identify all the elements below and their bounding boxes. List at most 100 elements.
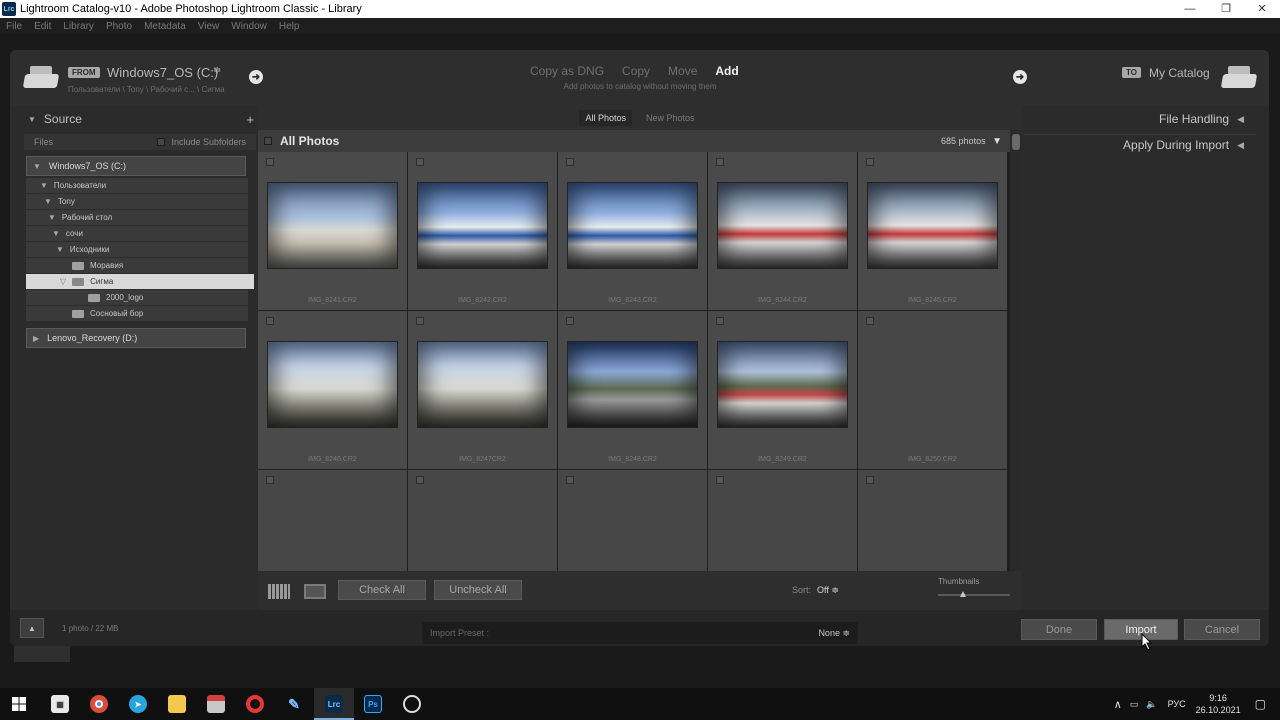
cell-checkbox[interactable] [866, 158, 874, 166]
folder-tony[interactable]: ▼ Tony [26, 194, 248, 210]
grid-cell[interactable] [858, 470, 1007, 571]
apply-during-import-header[interactable]: Apply During Import ◀ [1123, 138, 1244, 152]
scrollbar-thumb[interactable] [1012, 134, 1020, 150]
photo-thumbnail[interactable] [417, 182, 548, 269]
source-dropdown-icon[interactable]: ≑ [213, 65, 221, 76]
cell-checkbox[interactable] [266, 158, 274, 166]
done-button[interactable]: Done [1021, 619, 1097, 640]
notifications-icon[interactable]: ▢ [1255, 697, 1266, 711]
chrome-icon[interactable] [90, 695, 108, 713]
cell-checkbox[interactable] [866, 317, 874, 325]
cell-checkbox[interactable] [416, 158, 424, 166]
grid-cell[interactable] [558, 470, 707, 571]
opera-icon[interactable] [246, 695, 264, 713]
clock-app-icon[interactable] [403, 695, 421, 713]
cell-checkbox[interactable] [416, 317, 424, 325]
select-all-checkbox[interactable] [264, 137, 272, 145]
photoshop-icon[interactable]: Ps [364, 695, 382, 713]
cell-checkbox[interactable] [566, 317, 574, 325]
cell-checkbox[interactable] [866, 476, 874, 484]
minimize-button[interactable]: — [1172, 0, 1208, 18]
drive-windows7[interactable]: ▼ Windows7_OS (C:) [26, 156, 246, 176]
photo-thumbnail[interactable] [417, 341, 548, 428]
grid-cell[interactable]: IMG_8250.CR2 [858, 311, 1007, 469]
sort-value[interactable]: Off ≑ [817, 585, 839, 595]
folder-2000-logo[interactable]: 2000_logo [26, 290, 248, 306]
grid-cell[interactable]: IMG_8246.CR2 [258, 311, 407, 469]
preset-value[interactable]: None ≑ [818, 628, 850, 639]
windows-start-icon[interactable] [12, 697, 26, 711]
import-preset[interactable]: Import Preset : None ≑ [422, 622, 858, 644]
add-source-icon[interactable]: + [246, 112, 254, 127]
grid-cell[interactable]: IMG_8249.CR2 [708, 311, 857, 469]
language-indicator[interactable]: РУС [1168, 699, 1186, 709]
grid-view-icon[interactable] [268, 584, 290, 599]
photo-thumbnail[interactable] [567, 182, 698, 269]
mode-move[interactable]: Move [668, 64, 697, 78]
photo-thumbnail[interactable] [717, 182, 848, 269]
cell-checkbox[interactable] [416, 476, 424, 484]
destination-name[interactable]: My Catalog [1149, 66, 1210, 80]
mode-copy-as-dng[interactable]: Copy as DNG [530, 64, 604, 78]
menu-library[interactable]: Library [63, 21, 94, 32]
mode-add[interactable]: Add [715, 64, 738, 78]
sort-control[interactable]: Sort: Off ≑ [792, 585, 839, 596]
grid-cell[interactable] [258, 470, 407, 571]
loupe-view-icon[interactable] [304, 584, 326, 599]
mode-copy[interactable]: Copy [622, 64, 650, 78]
tab-new-photos[interactable]: New Photos [640, 110, 701, 126]
photo-count[interactable]: 685 photos ▼ [941, 136, 1002, 147]
include-subfolders-checkbox[interactable] [157, 138, 166, 146]
grid-cell[interactable] [708, 470, 857, 571]
slider-knob[interactable] [960, 591, 966, 597]
file-handling-header[interactable]: File Handling ◀ [1159, 112, 1244, 126]
speaker-icon[interactable]: 🔈 [1146, 699, 1157, 710]
source-panel-header[interactable]: ▼ Source + [24, 108, 256, 130]
menu-edit[interactable]: Edit [34, 21, 51, 32]
cell-checkbox[interactable] [566, 158, 574, 166]
cell-checkbox[interactable] [716, 317, 724, 325]
grid-cell[interactable]: IMG_8247CR2 [408, 311, 557, 469]
maximize-button[interactable]: ❐ [1208, 0, 1244, 18]
menu-photo[interactable]: Photo [106, 21, 132, 32]
lightroom-taskbar-icon[interactable]: Lrc [325, 695, 343, 713]
cell-checkbox[interactable] [716, 476, 724, 484]
folder-moraviya[interactable]: Моравия [26, 258, 248, 274]
cell-checkbox[interactable] [716, 158, 724, 166]
tray-chevron-up-icon[interactable]: ∧ [1114, 698, 1122, 711]
grid-cell[interactable]: IMG_8243.CR2 [558, 152, 707, 310]
close-button[interactable]: ✕ [1244, 0, 1280, 18]
menu-file[interactable]: File [6, 21, 22, 32]
uncheck-all-button[interactable]: Uncheck All [434, 580, 522, 600]
pen-app-icon[interactable]: ✎ [285, 695, 303, 713]
photo-thumbnail[interactable] [267, 341, 398, 428]
expand-up-icon[interactable]: ▲ [20, 618, 44, 638]
media-app-icon[interactable] [207, 695, 225, 713]
grid-cell[interactable]: IMG_8248.CR2 [558, 311, 707, 469]
file-explorer-icon[interactable] [168, 695, 186, 713]
folder-sosnoviy-bor[interactable]: Сосновый бор [26, 306, 248, 322]
sort-menu-triangle-icon[interactable]: ▼ [992, 136, 1002, 147]
photo-thumbnail[interactable] [717, 341, 848, 428]
menu-metadata[interactable]: Metadata [144, 21, 186, 32]
clock[interactable]: 9:16 26.10.2021 [1196, 692, 1241, 716]
photo-thumbnail[interactable] [567, 341, 698, 428]
folder-sigma[interactable]: ▽ Сигма [26, 274, 254, 290]
menu-help[interactable]: Help [279, 21, 300, 32]
telegram-icon[interactable]: ➤ [129, 695, 147, 713]
grid-cell[interactable]: IMG_8244.CR2 [708, 152, 857, 310]
cell-checkbox[interactable] [566, 476, 574, 484]
grid-scrollbar[interactable] [1010, 130, 1022, 571]
menu-window[interactable]: Window [231, 21, 267, 32]
cancel-button[interactable]: Cancel [1184, 619, 1260, 640]
tab-all-photos[interactable]: All Photos [579, 110, 632, 126]
grid-cell[interactable] [408, 470, 557, 571]
battery-icon[interactable]: ▭ [1130, 699, 1139, 710]
folder-rabochiy-stol[interactable]: ▼ Рабочий стол [26, 210, 248, 226]
thumbnail-size-slider[interactable] [938, 591, 1010, 597]
folder-ishodniki[interactable]: ▼ Исходники [26, 242, 248, 258]
cell-checkbox[interactable] [266, 476, 274, 484]
grid-cell[interactable]: IMG_8242.CR2 [408, 152, 557, 310]
folder-sochi[interactable]: ▼ сочи [26, 226, 248, 242]
include-subfolders[interactable]: Include Subfolders [157, 137, 246, 147]
